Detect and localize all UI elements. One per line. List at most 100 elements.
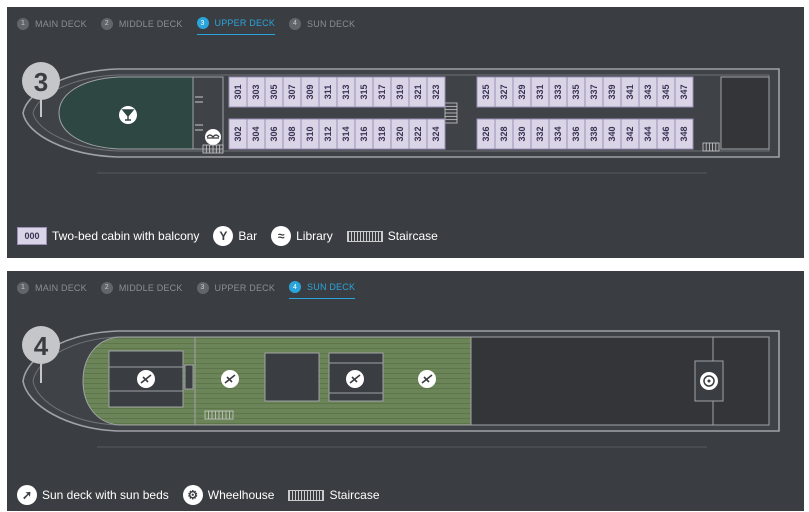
cabin-number: 301 (233, 84, 243, 99)
cabin-number: 308 (287, 126, 297, 141)
staircase-forward (202, 144, 224, 154)
cabin-number: 313 (341, 84, 351, 99)
tab-upper-deck[interactable]: 3 UPPER DECK (196, 281, 276, 299)
tab-middle-deck[interactable]: 2 MIDDLE DECK (100, 17, 183, 35)
cabin-number: 302 (233, 126, 243, 141)
tab-sun-deck[interactable]: 4 SUN DECK (289, 281, 356, 299)
sunbed-icon (137, 370, 155, 388)
legend-wheelhouse-label: Wheelhouse (207, 488, 275, 502)
tab-number: 3 (196, 281, 209, 294)
cabin-number: 304 (251, 126, 261, 141)
cabin-number: 341 (625, 84, 635, 99)
tab-label: MIDDLE DECK (118, 282, 183, 293)
cabin-number: 334 (553, 126, 563, 141)
deck-tabs-upper: 1 MAIN DECK 2 MIDDLE DECK 3 UPPER DECK 4 SUN… (17, 17, 355, 35)
legend-library: ≈ Library (271, 226, 333, 246)
cabin-number: 338 (589, 126, 599, 141)
cabin-number: 319 (395, 84, 405, 99)
cabin-number: 310 (305, 126, 315, 141)
cabin-number: 323 (431, 84, 441, 99)
upper-deck-panel: 1 MAIN DECK 2 MIDDLE DECK 3 UPPER DECK 4 SUN… (7, 7, 804, 258)
cabin-number: 332 (535, 126, 545, 141)
tab-label: MAIN DECK (35, 18, 87, 29)
stair-hatch (184, 364, 194, 390)
cabin-number: 328 (499, 126, 509, 141)
ship-wheel-icon: ⚙ (182, 485, 203, 505)
cabin-number: 347 (679, 84, 689, 99)
sun-legend: ➚ Sun deck with sun beds ⚙ Wheelhouse Stai… (17, 485, 380, 505)
cabin-number: 321 (413, 84, 423, 99)
cabin-number: 309 (305, 84, 315, 99)
cabin-key-swatch: 000 (17, 227, 47, 245)
sun-deck-panel: 1 MAIN DECK 2 MIDDLE DECK 3 UPPER DECK 4 SUN… (7, 271, 804, 511)
center-enclosure-1 (264, 352, 320, 402)
cabin-number: 336 (571, 126, 581, 141)
tab-label: UPPER DECK (214, 18, 276, 28)
cabin-number: 325 (481, 84, 491, 99)
tab-number: 2 (100, 17, 113, 30)
tab-number: 1 (17, 17, 29, 30)
sunbed-icon (346, 370, 364, 388)
cabin-number: 307 (287, 84, 297, 99)
legend-staircase: Staircase (346, 229, 438, 243)
wheelhouse-icon (700, 372, 718, 390)
tab-number: 2 (100, 281, 113, 294)
cabin-number: 322 (413, 126, 423, 141)
cabin-number: 316 (359, 126, 369, 141)
cabin-number: 331 (535, 84, 545, 99)
tab-number: 4 (289, 281, 302, 293)
sunbed-icon (221, 370, 239, 388)
cabin-number: 317 (377, 84, 387, 99)
cabin-number: 348 (679, 126, 689, 141)
cabin-number: 343 (643, 84, 653, 99)
cabin-number: 327 (499, 84, 509, 99)
cabin-number: 329 (517, 84, 527, 99)
legend-bar: Y Bar (213, 226, 257, 246)
open-book-icon: ≈ (271, 226, 292, 246)
cabin-number: 333 (553, 84, 563, 99)
legend-library-label: Library (296, 229, 333, 243)
cabin-number: 303 (251, 84, 261, 99)
cabin-number: 315 (359, 84, 369, 99)
cabin-number: 314 (341, 126, 351, 141)
cabin-number: 311 (323, 85, 333, 100)
staircase-icon (288, 489, 325, 501)
legend-sunbeds: ➚ Sun deck with sun beds (17, 485, 169, 505)
legend-sunbed-label: Sun deck with sun beds (42, 488, 169, 502)
legend-staircase: Staircase (288, 488, 380, 502)
tab-main-deck[interactable]: 1 MAIN DECK (17, 17, 87, 35)
cabin-number: 342 (625, 126, 635, 141)
legend-staircase-label: Staircase (387, 229, 438, 243)
tab-sun-deck[interactable]: 4 SUN DECK (289, 17, 355, 35)
tab-label: UPPER DECK (214, 282, 276, 293)
cabin-number: 312 (323, 126, 333, 141)
sunbed-icon: ➚ (17, 485, 37, 505)
tab-number: 3 (196, 17, 209, 29)
legend-cabin: 000 Two-bed cabin with balcony (17, 227, 199, 245)
deck-number: 4 (34, 331, 49, 361)
cabin-number: 324 (431, 126, 441, 141)
tab-number: 4 (289, 17, 302, 30)
tab-main-deck[interactable]: 1 MAIN DECK (17, 281, 87, 299)
tab-upper-deck[interactable]: 3 UPPER DECK (196, 17, 276, 35)
cabin-number: 345 (661, 84, 671, 99)
stern-room (720, 76, 770, 150)
cabin-number: 305 (269, 84, 279, 99)
tab-middle-deck[interactable]: 2 MIDDLE DECK (100, 281, 183, 299)
cocktail-glass-icon: Y (213, 226, 234, 246)
upper-legend: 000 Two-bed cabin with balcony Y Bar ≈ Libr… (17, 226, 438, 246)
legend-cabin-label: Two-bed cabin with balcony (52, 229, 200, 243)
tab-label: MIDDLE DECK (118, 18, 183, 29)
cabin-number: 318 (377, 126, 387, 141)
staircase-icon (346, 230, 383, 242)
deck-number: 3 (34, 67, 48, 97)
cabin-number: 330 (517, 126, 527, 141)
cabin-number: 335 (571, 84, 581, 99)
sun-deck-plan: 4 (22, 326, 780, 448)
tab-number: 1 (17, 281, 29, 294)
staircase-mid (444, 102, 458, 124)
cabin-number: 339 (607, 84, 617, 99)
aft-deck-area (470, 336, 714, 426)
cabin-number: 337 (589, 84, 599, 99)
upper-deck-plan: 3 301 303 305 307 309 311 313 315 317 319 321 323 32… (22, 62, 780, 174)
